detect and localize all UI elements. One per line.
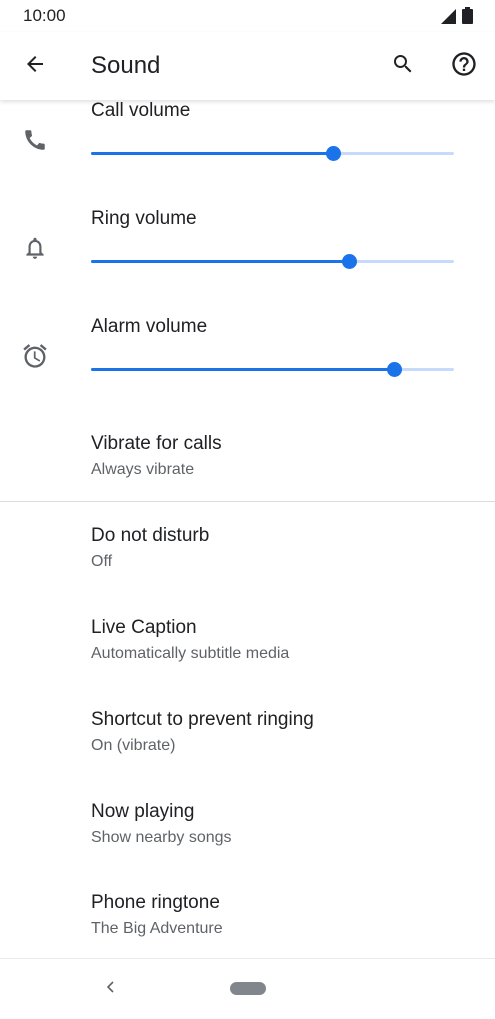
pref-summary: Automatically subtitle media bbox=[91, 645, 290, 662]
back-button[interactable] bbox=[13, 44, 57, 88]
alarm-volume-label: Alarm volume bbox=[91, 316, 208, 337]
pref-summary: Always vibrate bbox=[91, 461, 195, 478]
phone-ringtone-item[interactable]: Phone ringtone The Big Adventure bbox=[0, 892, 495, 958]
ring-volume-label: Ring volume bbox=[91, 208, 197, 229]
call-volume-row: Call volume bbox=[0, 100, 495, 208]
call-volume-label: Call volume bbox=[91, 100, 191, 121]
pref-summary: Off bbox=[91, 553, 113, 570]
slider-thumb[interactable] bbox=[325, 146, 341, 161]
help-button[interactable] bbox=[442, 44, 486, 88]
status-time: 10:00 bbox=[23, 6, 66, 25]
slider-fill bbox=[91, 260, 350, 263]
search-icon bbox=[391, 52, 415, 81]
pref-summary: On (vibrate) bbox=[91, 737, 176, 754]
battery-icon bbox=[462, 7, 473, 29]
pref-title: Vibrate for calls bbox=[91, 433, 222, 454]
do-not-disturb-item[interactable]: Do not disturb Off bbox=[0, 525, 495, 611]
app-bar: Sound bbox=[0, 32, 495, 100]
vibrate-for-calls-item[interactable]: Vibrate for calls Always vibrate bbox=[0, 433, 495, 519]
pref-summary: Show nearby songs bbox=[91, 829, 232, 846]
now-playing-item[interactable]: Now playing Show nearby songs bbox=[0, 801, 495, 887]
home-pill-icon[interactable] bbox=[230, 982, 266, 995]
slider-fill bbox=[91, 152, 333, 155]
pref-title: Phone ringtone bbox=[91, 892, 220, 913]
nav-back-button[interactable] bbox=[98, 977, 122, 1001]
signal-icon bbox=[440, 8, 456, 29]
slider-thumb[interactable] bbox=[387, 362, 403, 377]
pref-title: Now playing bbox=[91, 801, 195, 822]
status-bar: 10:00 bbox=[0, 0, 495, 32]
pref-title: Do not disturb bbox=[91, 525, 210, 546]
pref-title: Shortcut to prevent ringing bbox=[91, 709, 314, 730]
status-icons bbox=[440, 7, 473, 29]
settings-list[interactable]: Call volume Ring volume Alarm volume Vib… bbox=[0, 100, 495, 958]
navigation-bar bbox=[0, 958, 495, 1019]
alarm-volume-row: Alarm volume bbox=[0, 316, 495, 424]
nav-back-icon bbox=[103, 979, 117, 1000]
ring-volume-slider[interactable] bbox=[91, 252, 454, 272]
live-caption-item[interactable]: Live Caption Automatically subtitle medi… bbox=[0, 617, 495, 703]
alarm-volume-slider[interactable] bbox=[91, 360, 454, 380]
call-volume-slider[interactable] bbox=[91, 144, 454, 164]
phone-icon bbox=[20, 125, 50, 155]
help-icon bbox=[450, 50, 478, 83]
alarm-clock-icon bbox=[20, 341, 50, 371]
pref-summary: The Big Adventure bbox=[91, 920, 223, 937]
prevent-ringing-item[interactable]: Shortcut to prevent ringing On (vibrate) bbox=[0, 709, 495, 795]
slider-thumb[interactable] bbox=[342, 254, 358, 269]
back-arrow-icon bbox=[23, 52, 47, 81]
section-divider bbox=[0, 501, 495, 502]
slider-fill bbox=[91, 368, 395, 371]
pref-title: Live Caption bbox=[91, 617, 197, 638]
bell-icon bbox=[20, 233, 50, 263]
ring-volume-row: Ring volume bbox=[0, 208, 495, 316]
page-title: Sound bbox=[91, 52, 161, 79]
search-button[interactable] bbox=[381, 44, 425, 88]
